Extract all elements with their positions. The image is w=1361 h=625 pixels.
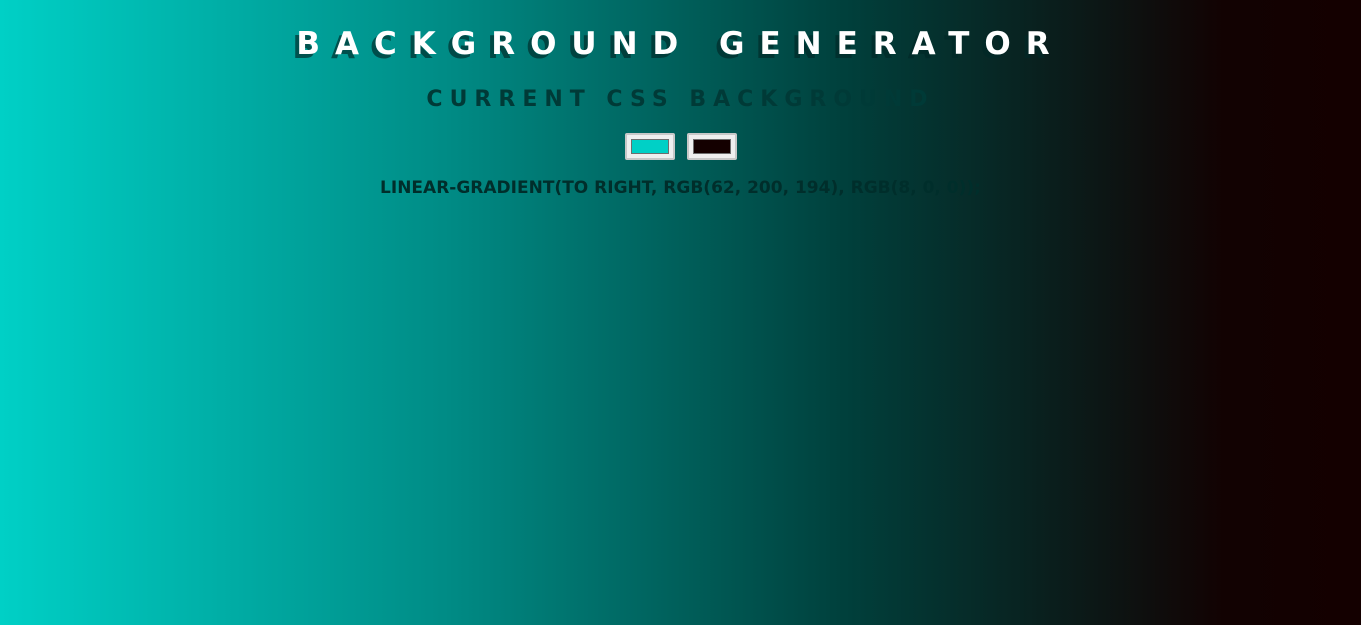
page-subtitle: CURRENT CSS BACKGROUND [426,87,935,112]
css-output-text: LINEAR-GRADIENT(TO RIGHT, RGB(62, 200, 1… [380,178,981,198]
color-picker-group [0,133,1361,163]
color-input-2[interactable] [686,133,737,160]
color-swatch-2 [692,139,731,154]
page-title: BACKGROUND GENERATOR [296,26,1065,62]
color-swatch-1 [630,139,669,154]
color-input-1[interactable] [624,133,675,160]
